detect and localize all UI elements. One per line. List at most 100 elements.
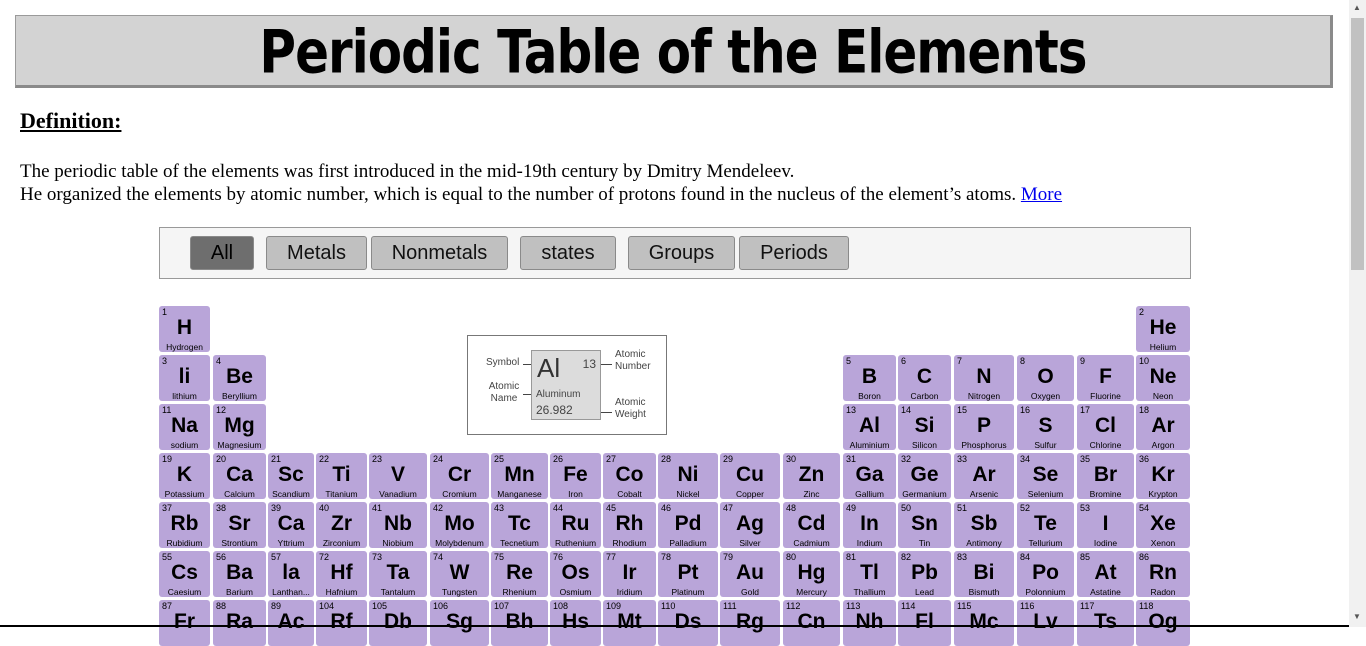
element-tile[interactable]: 30 Zn Zinc — [783, 453, 840, 499]
scroll-down-icon[interactable]: ▼ — [1353, 612, 1361, 621]
element-tile[interactable]: 11 Na sodium — [159, 404, 210, 450]
element-tile[interactable]: 45 Rh Rhodium — [603, 502, 656, 548]
element-tile[interactable]: 1 H Hydrogen — [159, 306, 210, 352]
element-tile[interactable]: 35 Br Bromine — [1077, 453, 1134, 499]
element-tile[interactable]: 115 Mc — [954, 600, 1014, 646]
element-tile[interactable]: 54 Xe Xenon — [1136, 502, 1190, 548]
element-tile[interactable]: 112 Cn — [783, 600, 840, 646]
element-tile[interactable]: 10 Ne Neon — [1136, 355, 1190, 401]
element-tile[interactable]: 74 W Tungsten — [430, 551, 489, 597]
element-tile[interactable]: 85 At Astatine — [1077, 551, 1134, 597]
element-tile[interactable]: 7 N Nitrogen — [954, 355, 1014, 401]
element-tile[interactable]: 36 Kr Krypton — [1136, 453, 1190, 499]
element-tile[interactable]: 12 Mg Magnesium — [213, 404, 266, 450]
scrollbar-thumb[interactable] — [1351, 18, 1364, 270]
element-tile[interactable]: 5 B Boron — [843, 355, 896, 401]
element-tile[interactable]: 25 Mn Manganese — [491, 453, 548, 499]
element-tile[interactable]: 2 He Helium — [1136, 306, 1190, 352]
element-tile[interactable]: 13 Al Aluminium — [843, 404, 896, 450]
element-tile[interactable]: 75 Re Rhenium — [491, 551, 548, 597]
element-tile[interactable]: 53 I Iodine — [1077, 502, 1134, 548]
element-tile[interactable]: 26 Fe Iron — [550, 453, 601, 499]
element-tile[interactable]: 82 Pb Lead — [898, 551, 951, 597]
element-tile[interactable]: 14 Si Silicon — [898, 404, 951, 450]
element-tile[interactable]: 56 Ba Barium — [213, 551, 266, 597]
scroll-up-icon[interactable]: ▲ — [1353, 3, 1361, 12]
element-tile[interactable]: 15 P Phosphorus — [954, 404, 1014, 450]
element-tile[interactable]: 9 F Fluorine — [1077, 355, 1134, 401]
element-tile[interactable]: 50 Sn Tin — [898, 502, 951, 548]
filter-all-button[interactable]: All — [190, 236, 254, 270]
element-tile[interactable]: 24 Cr Cromium — [430, 453, 489, 499]
element-tile[interactable]: 43 Tc Tecnetium — [491, 502, 548, 548]
element-tile[interactable]: 49 In Indium — [843, 502, 896, 548]
element-tile[interactable]: 16 S Sulfur — [1017, 404, 1074, 450]
element-tile[interactable]: 76 Os Osmium — [550, 551, 601, 597]
filter-metals-button[interactable]: Metals — [266, 236, 367, 270]
filter-nonmetals-button[interactable]: Nonmetals — [371, 236, 508, 270]
element-tile[interactable]: 21 Sc Scandium — [268, 453, 314, 499]
element-tile[interactable]: 37 Rb Rubidium — [159, 502, 210, 548]
element-tile[interactable]: 23 V Vanadium — [369, 453, 427, 499]
element-tile[interactable]: 20 Ca Calcium — [213, 453, 266, 499]
element-tile[interactable]: 3 li lithium — [159, 355, 210, 401]
vertical-scrollbar[interactable]: ▲ ▼ — [1349, 0, 1366, 627]
element-tile[interactable]: 47 Ag Silver — [720, 502, 780, 548]
element-tile[interactable]: 106 Sg — [430, 600, 489, 646]
element-tile[interactable]: 118 Og — [1136, 600, 1190, 646]
element-tile[interactable]: 110 Ds — [658, 600, 718, 646]
element-tile[interactable]: 111 Rg — [720, 600, 780, 646]
element-tile[interactable]: 32 Ge Germanium — [898, 453, 951, 499]
element-tile[interactable]: 78 Pt Platinum — [658, 551, 718, 597]
element-tile[interactable]: 79 Au Gold — [720, 551, 780, 597]
element-tile[interactable]: 77 Ir Iridium — [603, 551, 656, 597]
element-tile[interactable]: 116 Lv — [1017, 600, 1074, 646]
element-tile[interactable]: 42 Mo Molybdenum — [430, 502, 489, 548]
element-tile[interactable]: 18 Ar Argon — [1136, 404, 1190, 450]
element-tile[interactable]: 51 Sb Antimony — [954, 502, 1014, 548]
element-tile[interactable]: 6 C Carbon — [898, 355, 951, 401]
element-tile[interactable]: 41 Nb Niobium — [369, 502, 427, 548]
element-tile[interactable]: 4 Be Beryllium — [213, 355, 266, 401]
element-tile[interactable]: 52 Te Tellurium — [1017, 502, 1074, 548]
filter-groups-button[interactable]: Groups — [628, 236, 735, 270]
filter-periods-button[interactable]: Periods — [739, 236, 849, 270]
element-tile[interactable]: 27 Co Cobalt — [603, 453, 656, 499]
element-tile[interactable]: 46 Pd Palladium — [658, 502, 718, 548]
element-tile[interactable]: 72 Hf Hafnium — [316, 551, 367, 597]
element-tile[interactable]: 19 K Potassium — [159, 453, 210, 499]
element-tile[interactable]: 34 Se Selenium — [1017, 453, 1074, 499]
element-tile[interactable]: 22 Ti Titanium — [316, 453, 367, 499]
element-tile[interactable]: 48 Cd Cadmium — [783, 502, 840, 548]
element-tile[interactable]: 117 Ts — [1077, 600, 1134, 646]
element-tile[interactable]: 57 la Lanthan... — [268, 551, 314, 597]
element-tile[interactable]: 113 Nh — [843, 600, 896, 646]
element-tile[interactable]: 81 Tl Thallium — [843, 551, 896, 597]
element-tile[interactable]: 38 Sr Strontium — [213, 502, 266, 548]
element-tile[interactable]: 55 Cs Caesium — [159, 551, 210, 597]
element-tile[interactable]: 105 Db — [369, 600, 427, 646]
element-tile[interactable]: 31 Ga Gallium — [843, 453, 896, 499]
element-tile[interactable]: 89 Ac — [268, 600, 314, 646]
element-tile[interactable]: 44 Ru Ruthenium — [550, 502, 601, 548]
element-tile[interactable]: 86 Rn Radon — [1136, 551, 1190, 597]
element-tile[interactable]: 88 Ra — [213, 600, 266, 646]
element-tile[interactable]: 29 Cu Copper — [720, 453, 780, 499]
more-link[interactable]: More — [1021, 184, 1062, 205]
element-tile[interactable]: 40 Zr Zirconium — [316, 502, 367, 548]
element-tile[interactable]: 33 Ar Arsenic — [954, 453, 1014, 499]
element-tile[interactable]: 28 Ni Nickel — [658, 453, 718, 499]
element-tile[interactable]: 87 Fr — [159, 600, 210, 646]
element-tile[interactable]: 104 Rf — [316, 600, 367, 646]
element-tile[interactable]: 107 Bh — [491, 600, 548, 646]
element-tile[interactable]: 17 Cl Chlorine — [1077, 404, 1134, 450]
element-tile[interactable]: 109 Mt — [603, 600, 656, 646]
element-tile[interactable]: 84 Po Polonnium — [1017, 551, 1074, 597]
element-tile[interactable]: 73 Ta Tantalum — [369, 551, 427, 597]
element-tile[interactable]: 39 Ca Yttrium — [268, 502, 314, 548]
element-tile[interactable]: 8 O Oxygen — [1017, 355, 1074, 401]
element-tile[interactable]: 80 Hg Mercury — [783, 551, 840, 597]
element-tile[interactable]: 83 Bi Bismuth — [954, 551, 1014, 597]
element-tile[interactable]: 114 Fl — [898, 600, 951, 646]
element-tile[interactable]: 108 Hs — [550, 600, 601, 646]
